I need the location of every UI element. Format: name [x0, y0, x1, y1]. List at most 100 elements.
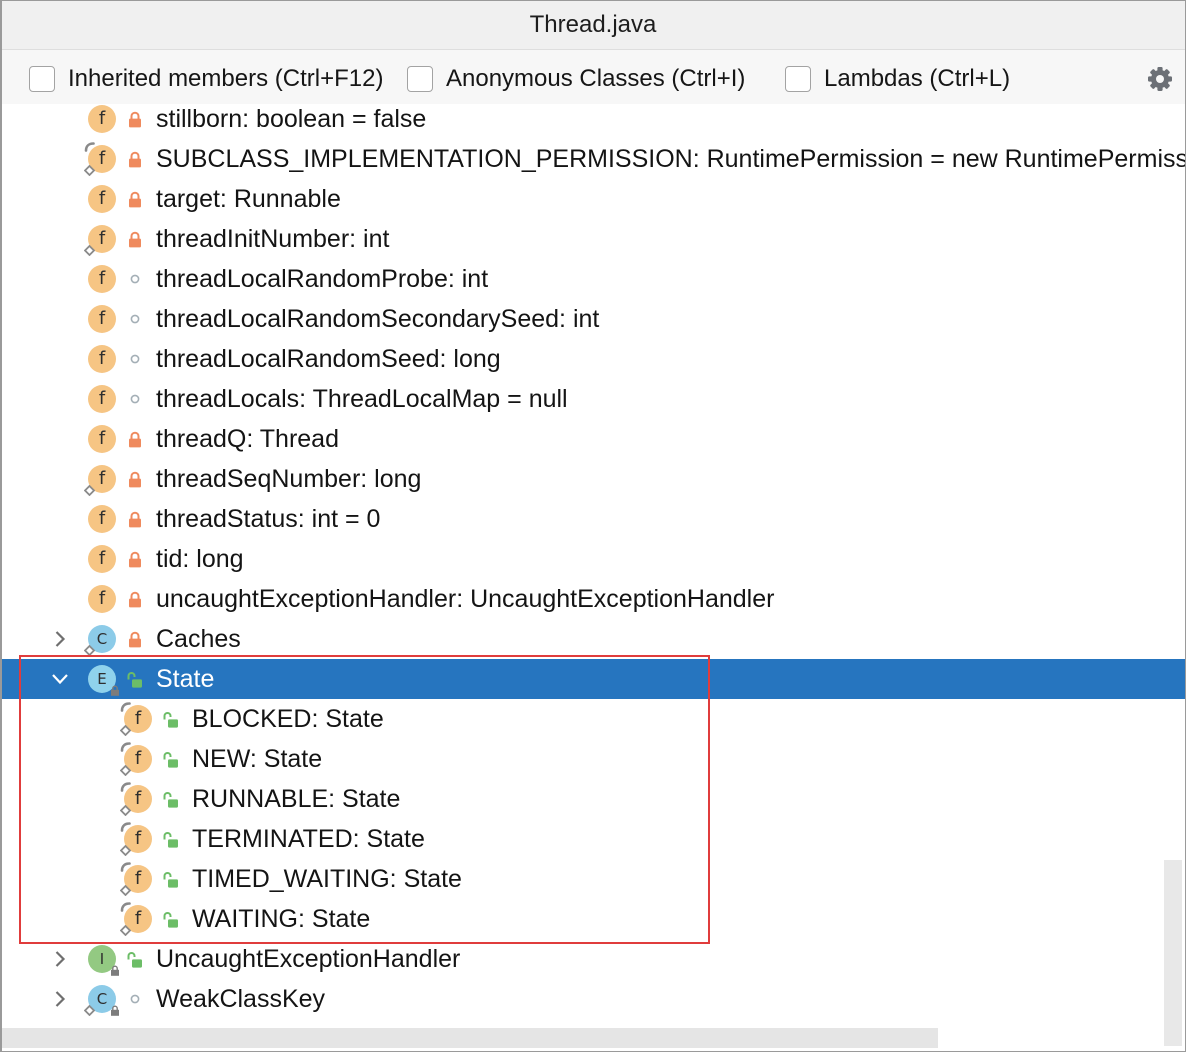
structure-tree: f stillborn: boolean = false f SUBCLASS_IMP… — [0, 104, 1185, 1028]
field-icon: f — [88, 585, 116, 613]
member-label: SUBCLASS_IMPLEMENTATION_PERMISSION: Runt… — [156, 145, 1185, 173]
private-lock-icon — [127, 179, 142, 219]
public-open-lock-icon — [163, 779, 178, 819]
final-mark-icon — [120, 742, 131, 752]
public-open-lock-icon — [163, 859, 178, 899]
tree-rows: f stillborn: boolean = false f SUBCLASS_IMP… — [0, 104, 1185, 1019]
class-icon: C — [84, 985, 119, 1016]
field-icon: f — [88, 185, 116, 213]
static-mark-icon — [120, 925, 131, 936]
nested-class-row[interactable]: C WeakClassKey — [0, 979, 1185, 1019]
member-label: threadLocals: ThreadLocalMap = null — [156, 385, 568, 413]
enum-constant-row[interactable]: f TIMED_WAITING: State — [0, 859, 1185, 899]
final-mark-icon — [120, 822, 131, 832]
private-lock-icon — [127, 539, 142, 579]
lock-badge-icon — [110, 1005, 120, 1016]
field-row[interactable]: f threadInitNumber: int — [0, 219, 1185, 259]
anonymous-classes-checkbox[interactable] — [407, 66, 433, 92]
nested-enum-row[interactable]: E State — [0, 659, 1185, 699]
field-icon-letter: f — [98, 348, 106, 369]
window-title: Thread.java — [529, 11, 657, 38]
member-label: threadLocalRandomSeed: long — [156, 345, 501, 373]
chevron-right-icon[interactable] — [54, 939, 66, 979]
enum-constant-row[interactable]: f NEW: State — [0, 739, 1185, 779]
gear-icon[interactable] — [1147, 66, 1173, 92]
field-icon-letter: f — [98, 588, 106, 609]
field-row[interactable]: f threadSeqNumber: long — [0, 459, 1185, 499]
member-label: tid: long — [156, 545, 244, 573]
member-label: TERMINATED: State — [192, 825, 425, 853]
field-icon: f — [120, 782, 152, 816]
field-row[interactable]: f SUBCLASS_IMPLEMENTATION_PERMISSION: Run… — [0, 139, 1185, 179]
field-icon: f — [88, 105, 116, 133]
member-label: stillborn: boolean = false — [156, 105, 427, 133]
field-row[interactable]: f threadLocalRandomSecondarySeed: int — [0, 299, 1185, 339]
static-mark-icon — [84, 645, 95, 656]
enum-constant-row[interactable]: f RUNNABLE: State — [0, 779, 1185, 819]
package-private-icon — [127, 259, 142, 299]
static-mark-icon — [84, 245, 95, 256]
field-row[interactable]: f tid: long — [0, 539, 1185, 579]
inherited-members-label: Inherited members (Ctrl+F12) — [68, 65, 384, 92]
field-icon: f — [88, 345, 116, 373]
structure-toolbar: Inherited members (Ctrl+F12) Anonymous C… — [0, 50, 1186, 104]
field-icon-letter: f — [98, 308, 106, 329]
field-row[interactable]: f uncaughtExceptionHandler: UncaughtExcep… — [0, 579, 1185, 619]
field-icon: f — [120, 822, 152, 856]
member-label: UncaughtExceptionHandler — [156, 945, 461, 973]
chevron-right-icon[interactable] — [54, 619, 66, 659]
member-label: State — [156, 665, 215, 693]
nested-interface-row[interactable]: I UncaughtExceptionHandler — [0, 939, 1185, 979]
inherited-members-checkbox[interactable] — [29, 66, 55, 92]
field-icon: f — [88, 385, 116, 413]
static-mark-icon — [120, 885, 131, 896]
chevron-down-icon[interactable] — [51, 659, 69, 699]
field-row[interactable]: f threadLocalRandomProbe: int — [0, 259, 1185, 299]
horizontal-scrollbar-thumb[interactable] — [2, 1028, 938, 1048]
field-row[interactable]: f threadStatus: int = 0 — [0, 499, 1185, 539]
final-mark-icon — [120, 862, 131, 872]
field-icon-letter: f — [98, 388, 106, 409]
field-row[interactable]: f stillborn: boolean = false — [0, 104, 1185, 139]
field-row[interactable]: f target: Runnable — [0, 179, 1185, 219]
anonymous-classes-label: Anonymous Classes (Ctrl+I) — [446, 65, 746, 92]
field-icon-letter: f — [98, 108, 106, 129]
field-icon-letter: f — [98, 548, 106, 569]
field-icon: f — [84, 465, 116, 496]
member-label: target: Runnable — [156, 185, 341, 213]
nested-class-row[interactable]: C Caches — [0, 619, 1185, 659]
lambdas-option[interactable]: Lambdas (Ctrl+L) — [785, 66, 1010, 92]
member-label: NEW: State — [192, 745, 323, 773]
member-label: uncaughtExceptionHandler: UncaughtExcept… — [156, 585, 775, 613]
inherited-members-option[interactable]: Inherited members (Ctrl+F12) — [29, 66, 383, 92]
chevron-right-icon[interactable] — [54, 979, 66, 1019]
member-label: threadSeqNumber: long — [156, 465, 422, 493]
final-mark-icon — [84, 142, 95, 152]
interface-icon: I — [88, 945, 119, 976]
final-mark-icon — [120, 782, 131, 792]
enum-constant-row[interactable]: f WAITING: State — [0, 899, 1185, 939]
field-icon: f — [88, 545, 116, 573]
enum-icon: E — [88, 665, 119, 696]
field-icon: f — [84, 142, 116, 176]
member-label: threadLocalRandomSecondarySeed: int — [156, 305, 600, 333]
anonymous-classes-option[interactable]: Anonymous Classes (Ctrl+I) — [407, 66, 745, 92]
field-row[interactable]: f threadQ: Thread — [0, 419, 1185, 459]
lambdas-checkbox[interactable] — [785, 66, 811, 92]
field-row[interactable]: f threadLocals: ThreadLocalMap = null — [0, 379, 1185, 419]
package-private-icon — [127, 339, 142, 379]
member-label: TIMED_WAITING: State — [192, 865, 462, 893]
enum-constant-row[interactable]: f TERMINATED: State — [0, 819, 1185, 859]
private-lock-icon — [127, 619, 142, 659]
public-open-lock-icon — [163, 699, 178, 739]
field-row[interactable]: f threadLocalRandomSeed: long — [0, 339, 1185, 379]
private-lock-icon — [127, 419, 142, 459]
static-mark-icon — [120, 725, 131, 736]
field-icon-letter: f — [98, 188, 106, 209]
member-label: BLOCKED: State — [192, 705, 384, 733]
private-lock-icon — [127, 579, 142, 619]
field-icon: f — [88, 425, 116, 453]
enum-constant-row[interactable]: f BLOCKED: State — [0, 699, 1185, 739]
private-lock-icon — [127, 499, 142, 539]
vertical-scrollbar-thumb[interactable] — [1164, 860, 1182, 1046]
